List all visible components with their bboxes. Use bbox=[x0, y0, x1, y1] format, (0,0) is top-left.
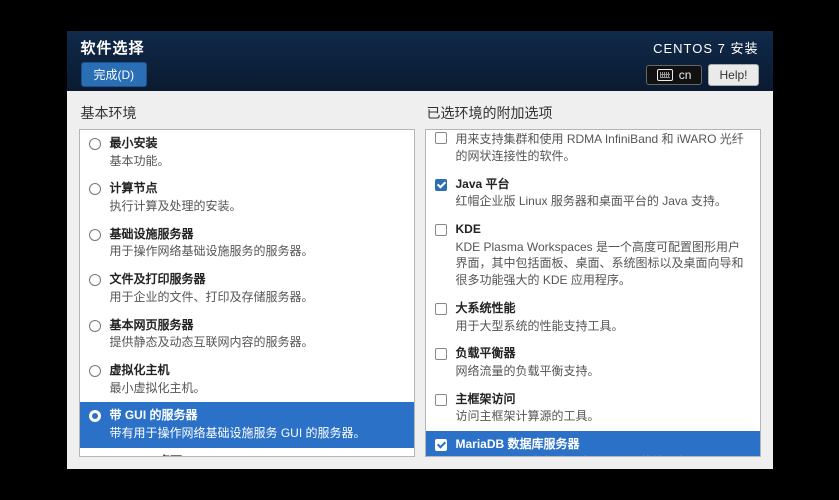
item-desc: 带有用于操作网络基础设施服务 GUI 的服务器。 bbox=[110, 425, 406, 442]
base-env-title: 基本环境 bbox=[79, 101, 415, 129]
brand-label: CENTOS 7 安装 bbox=[653, 38, 758, 57]
checkbox-icon bbox=[435, 224, 447, 236]
addon-item[interactable]: 负载平衡器网络流量的负载平衡支持。 bbox=[426, 340, 760, 385]
base-env-item[interactable]: 基本网页服务器提供静态及动态互联网内容的服务器。 bbox=[80, 312, 414, 357]
checkbox-icon bbox=[435, 132, 447, 144]
addon-item[interactable]: KDEKDE Plasma Workspaces 是一个高度可配置图形用户界面，… bbox=[426, 216, 760, 295]
item-texts: 负载平衡器网络流量的负载平衡支持。 bbox=[456, 346, 752, 379]
item-desc: 访问主框架计算源的工具。 bbox=[456, 408, 752, 425]
item-label: 带 GUI 的服务器 bbox=[110, 408, 406, 424]
radio-icon bbox=[89, 183, 101, 195]
item-desc: 用于企业的文件、打印及存储服务器。 bbox=[110, 289, 406, 306]
addon-item[interactable]: InfiniBand 支持用来支持集群和使用 RDMA InfiniBand 和… bbox=[426, 130, 760, 171]
item-desc: 执行计算及处理的安装。 bbox=[110, 198, 406, 215]
item-label: 主框架访问 bbox=[456, 392, 752, 408]
item-texts: 虚拟化主机最小虚拟化主机。 bbox=[110, 363, 406, 396]
item-texts: KDEKDE Plasma Workspaces 是一个高度可配置图形用户界面，… bbox=[456, 222, 752, 289]
item-label: 基础设施服务器 bbox=[110, 227, 406, 243]
checkbox-icon bbox=[435, 303, 447, 315]
item-texts: 大系统性能用于大型系统的性能支持工具。 bbox=[456, 301, 752, 334]
item-texts: 计算节点执行计算及处理的安装。 bbox=[110, 181, 406, 214]
item-label: Java 平台 bbox=[456, 177, 752, 193]
radio-icon bbox=[89, 274, 101, 286]
item-label: 大系统性能 bbox=[456, 301, 752, 317]
item-texts: 带 GUI 的服务器带有用于操作网络基础设施服务 GUI 的服务器。 bbox=[110, 408, 406, 441]
addon-item[interactable]: 大系统性能用于大型系统的性能支持工具。 bbox=[426, 295, 760, 340]
item-texts: 基础设施服务器用于操作网络基础设施服务的服务器。 bbox=[110, 227, 406, 260]
item-desc: 用于大型系统的性能支持工具。 bbox=[456, 318, 752, 335]
content: 基本环境 最小安装基本功能。计算节点执行计算及处理的安装。基础设施服务器用于操作… bbox=[67, 91, 773, 469]
header-top: 软件选择 CENTOS 7 安装 bbox=[81, 37, 759, 58]
checkbox-icon bbox=[435, 179, 447, 191]
addon-column: 已选环境的附加选项 InfiniBand 支持用来支持集群和使用 RDMA In… bbox=[425, 101, 761, 457]
item-texts: 基本网页服务器提供静态及动态互联网内容的服务器。 bbox=[110, 318, 406, 351]
item-desc: 基本功能。 bbox=[110, 153, 406, 170]
item-label: 基本网页服务器 bbox=[110, 318, 406, 334]
item-texts: GNOME 桌面GNOME 是一个非常直观且用户友好的桌面环境。 bbox=[110, 454, 406, 457]
base-env-item[interactable]: 基础设施服务器用于操作网络基础设施服务的服务器。 bbox=[80, 221, 414, 266]
addon-item[interactable]: MariaDB 数据库服务器MariaDB SQL 数据库服务器及关联的软件包。 bbox=[426, 431, 760, 457]
radio-icon bbox=[89, 365, 101, 377]
base-env-column: 基本环境 最小安装基本功能。计算节点执行计算及处理的安装。基础设施服务器用于操作… bbox=[79, 101, 415, 457]
radio-icon bbox=[89, 456, 101, 457]
radio-icon bbox=[89, 229, 101, 241]
item-label: 最小安装 bbox=[110, 136, 406, 152]
base-env-item[interactable]: GNOME 桌面GNOME 是一个非常直观且用户友好的桌面环境。 bbox=[80, 448, 414, 457]
radio-icon bbox=[89, 320, 101, 332]
keyboard-layout-selector[interactable]: cn bbox=[646, 65, 703, 85]
item-desc: 红帽企业版 Linux 服务器和桌面平台的 Java 支持。 bbox=[456, 193, 752, 210]
keyboard-layout-label: cn bbox=[679, 68, 692, 82]
base-env-item[interactable]: 最小安装基本功能。 bbox=[80, 130, 414, 175]
item-label: KDE bbox=[456, 222, 752, 238]
base-env-item[interactable]: 带 GUI 的服务器带有用于操作网络基础设施服务 GUI 的服务器。 bbox=[80, 402, 414, 447]
item-texts: InfiniBand 支持用来支持集群和使用 RDMA InfiniBand 和… bbox=[456, 130, 752, 165]
item-label: 文件及打印服务器 bbox=[110, 272, 406, 288]
item-texts: 主框架访问访问主框架计算源的工具。 bbox=[456, 392, 752, 425]
item-texts: Java 平台红帽企业版 Linux 服务器和桌面平台的 Java 支持。 bbox=[456, 177, 752, 210]
item-desc: MariaDB SQL 数据库服务器及关联的软件包。 bbox=[456, 454, 752, 457]
header-right: cn Help! bbox=[646, 64, 759, 86]
item-label: 计算节点 bbox=[110, 181, 406, 197]
done-button[interactable]: 完成(D) bbox=[81, 62, 148, 87]
checkbox-icon bbox=[435, 348, 447, 360]
addon-item[interactable]: Java 平台红帽企业版 Linux 服务器和桌面平台的 Java 支持。 bbox=[426, 171, 760, 216]
checkbox-icon bbox=[435, 394, 447, 406]
addon-list[interactable]: InfiniBand 支持用来支持集群和使用 RDMA InfiniBand 和… bbox=[425, 129, 761, 457]
addon-title: 已选环境的附加选项 bbox=[425, 101, 761, 129]
item-texts: MariaDB 数据库服务器MariaDB SQL 数据库服务器及关联的软件包。 bbox=[456, 437, 752, 457]
checkbox-icon bbox=[435, 439, 447, 451]
header-bottom: 完成(D) cn Help! bbox=[81, 62, 759, 87]
page-title: 软件选择 bbox=[81, 37, 145, 58]
base-env-item[interactable]: 虚拟化主机最小虚拟化主机。 bbox=[80, 357, 414, 402]
item-desc: 用来支持集群和使用 RDMA InfiniBand 和 iWARO 光纤的网状连… bbox=[456, 131, 752, 165]
radio-icon bbox=[89, 410, 101, 422]
help-button[interactable]: Help! bbox=[708, 64, 758, 86]
installer-window: 软件选择 CENTOS 7 安装 完成(D) cn Help! 基本环境 最小安… bbox=[67, 31, 773, 469]
item-desc: KDE Plasma Workspaces 是一个高度可配置图形用户界面，其中包… bbox=[456, 239, 752, 289]
item-label: 负载平衡器 bbox=[456, 346, 752, 362]
item-label: MariaDB 数据库服务器 bbox=[456, 437, 752, 453]
item-desc: 网络流量的负载平衡支持。 bbox=[456, 363, 752, 380]
keyboard-icon bbox=[657, 69, 673, 81]
item-label: GNOME 桌面 bbox=[110, 454, 406, 457]
item-desc: 最小虚拟化主机。 bbox=[110, 380, 406, 397]
base-env-list[interactable]: 最小安装基本功能。计算节点执行计算及处理的安装。基础设施服务器用于操作网络基础设… bbox=[79, 129, 415, 457]
item-texts: 最小安装基本功能。 bbox=[110, 136, 406, 169]
base-env-item[interactable]: 文件及打印服务器用于企业的文件、打印及存储服务器。 bbox=[80, 266, 414, 311]
header: 软件选择 CENTOS 7 安装 完成(D) cn Help! bbox=[67, 31, 773, 91]
base-env-item[interactable]: 计算节点执行计算及处理的安装。 bbox=[80, 175, 414, 220]
item-texts: 文件及打印服务器用于企业的文件、打印及存储服务器。 bbox=[110, 272, 406, 305]
radio-icon bbox=[89, 138, 101, 150]
addon-item[interactable]: 主框架访问访问主框架计算源的工具。 bbox=[426, 386, 760, 431]
item-desc: 提供静态及动态互联网内容的服务器。 bbox=[110, 334, 406, 351]
item-label: 虚拟化主机 bbox=[110, 363, 406, 379]
item-desc: 用于操作网络基础设施服务的服务器。 bbox=[110, 243, 406, 260]
